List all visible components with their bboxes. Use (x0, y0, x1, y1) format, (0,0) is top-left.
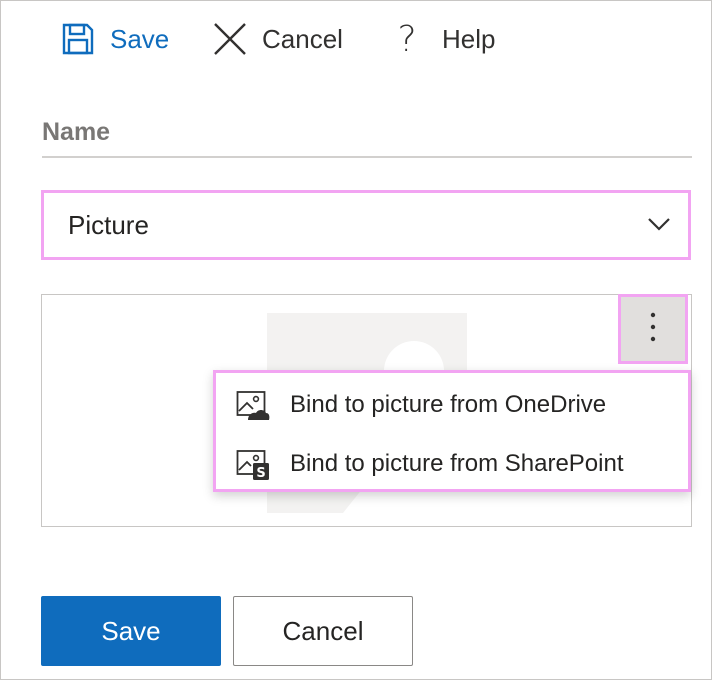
onedrive-picture-icon (236, 389, 270, 421)
name-input[interactable] (42, 108, 692, 156)
name-field[interactable] (42, 108, 692, 158)
toolbar-save-button[interactable]: Save (58, 18, 169, 60)
menu-item-sharepoint-label: Bind to picture from SharePoint (290, 450, 624, 477)
more-options-button[interactable] (618, 294, 688, 364)
menu-item-onedrive-label: Bind to picture from OneDrive (290, 391, 607, 418)
toolbar-cancel-button[interactable]: Cancel (210, 18, 343, 60)
toolbar-cancel-label: Cancel (262, 23, 343, 54)
toolbar-help-label: Help (442, 23, 496, 54)
menu-item-onedrive[interactable]: Bind to picture from OneDrive (216, 376, 688, 434)
chevron-down-icon (646, 213, 672, 235)
more-vertical-icon (650, 311, 656, 348)
picture-binding-menu: Bind to picture from OneDrive S Bind to … (213, 370, 691, 492)
help-icon: ? (397, 18, 417, 60)
type-dropdown-value: Picture (68, 209, 149, 240)
close-icon (210, 19, 250, 59)
cancel-button[interactable]: Cancel (233, 596, 413, 666)
type-dropdown[interactable]: Picture (41, 190, 691, 260)
save-icon (58, 19, 98, 59)
sharepoint-picture-icon: S (236, 448, 270, 480)
toolbar-save-label: Save (110, 23, 170, 54)
toolbar-help-button[interactable]: ? Help (390, 18, 495, 60)
menu-item-sharepoint[interactable]: S Bind to picture from SharePoint (216, 435, 688, 493)
svg-text:S: S (256, 466, 265, 480)
save-button[interactable]: Save (41, 596, 221, 666)
